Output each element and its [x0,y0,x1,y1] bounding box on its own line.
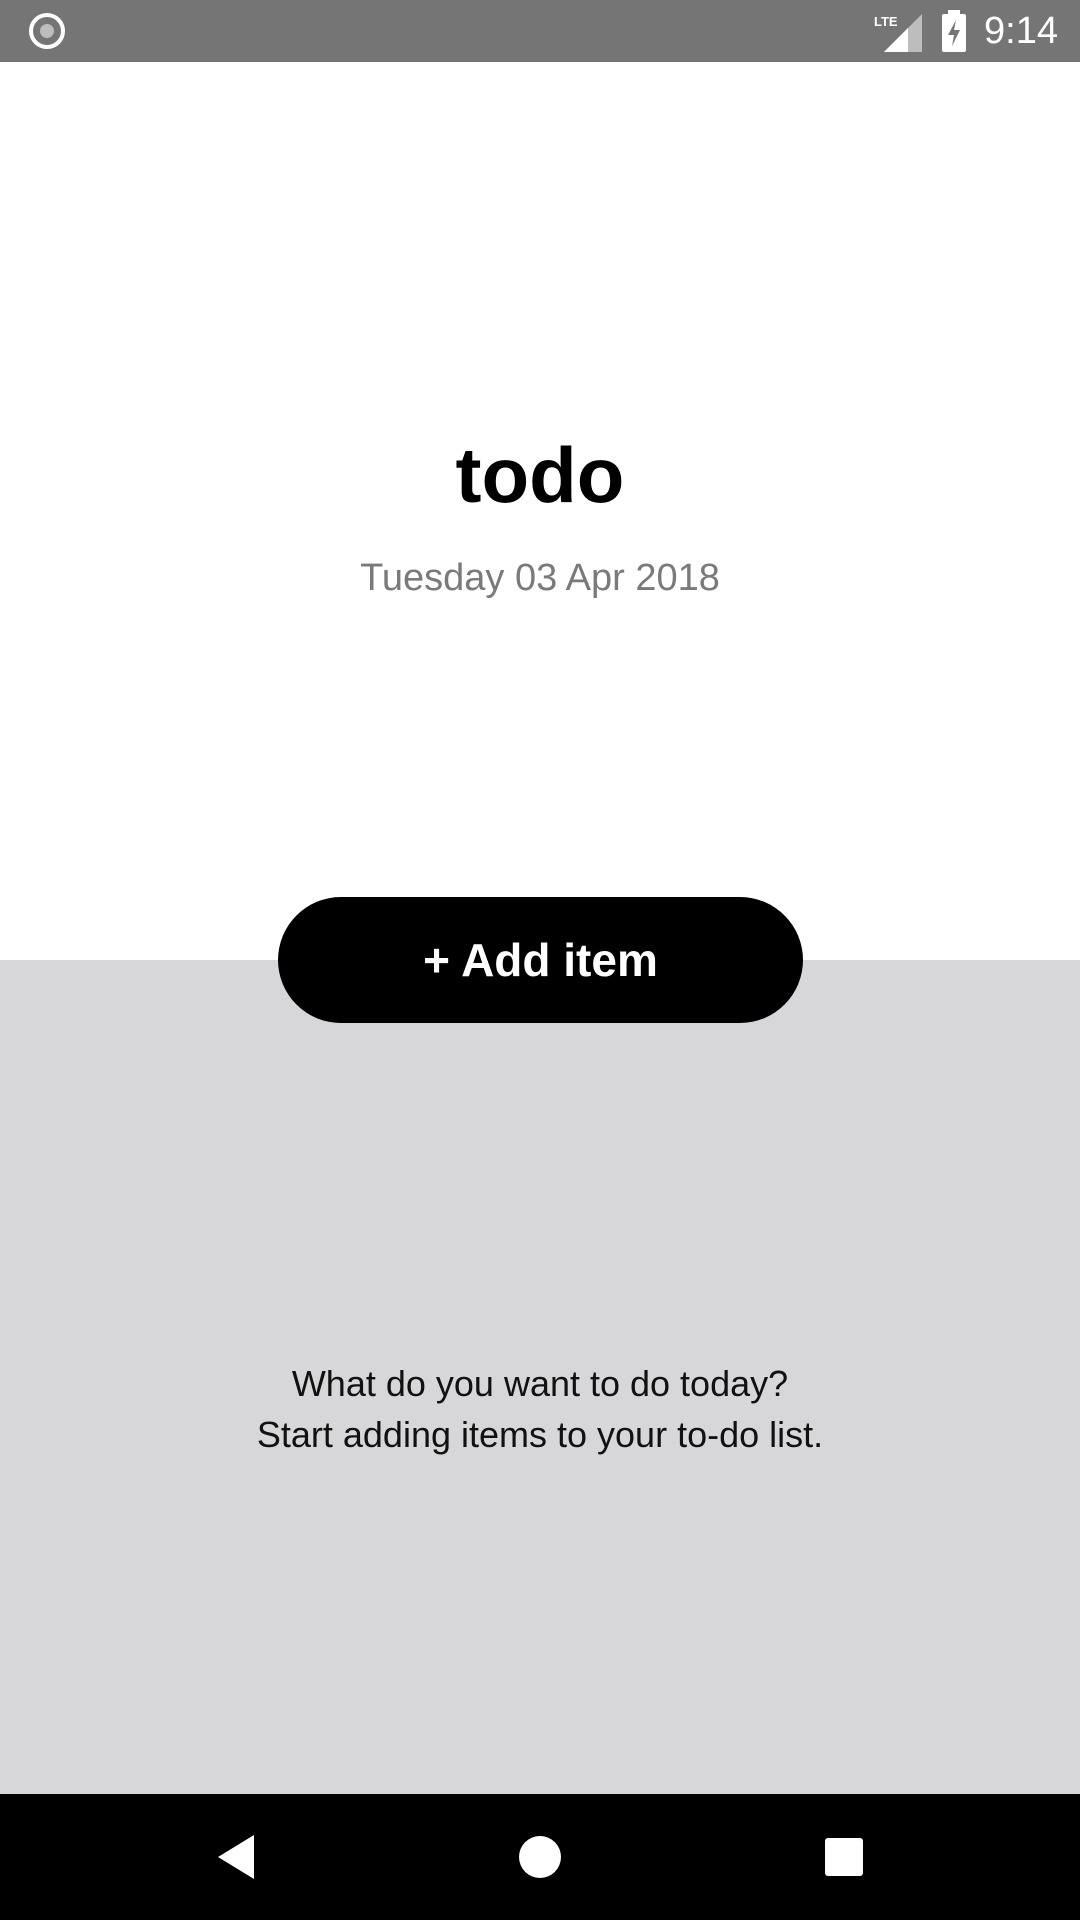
navigation-bar [0,1794,1080,1920]
app-title: todo [455,431,625,519]
battery-charging-icon [942,10,966,52]
add-item-button[interactable]: + Add item [278,897,803,1023]
lte-signal-icon: LTE [874,14,922,52]
home-icon [519,1836,561,1878]
home-button[interactable] [500,1817,580,1897]
current-date: Tuesday 03 Apr 2018 [360,557,720,599]
empty-state-line-2: Start adding items to your to-do list. [256,1414,824,1455]
back-button[interactable] [196,1817,276,1897]
status-time: 9:14 [984,10,1058,52]
empty-state-message: What do you want to do today? Start addi… [0,1358,1080,1460]
empty-state-line-1: What do you want to do today? [291,1363,789,1404]
record-icon [29,13,65,49]
screen: LTE 9:14 todo Tuesday 03 Apr 2018 + Add … [0,0,1080,1920]
back-icon [218,1835,254,1879]
recents-button[interactable] [804,1817,884,1897]
svg-text:LTE: LTE [874,14,898,29]
recents-icon [825,1838,863,1876]
status-bar: LTE 9:14 [0,0,1080,62]
